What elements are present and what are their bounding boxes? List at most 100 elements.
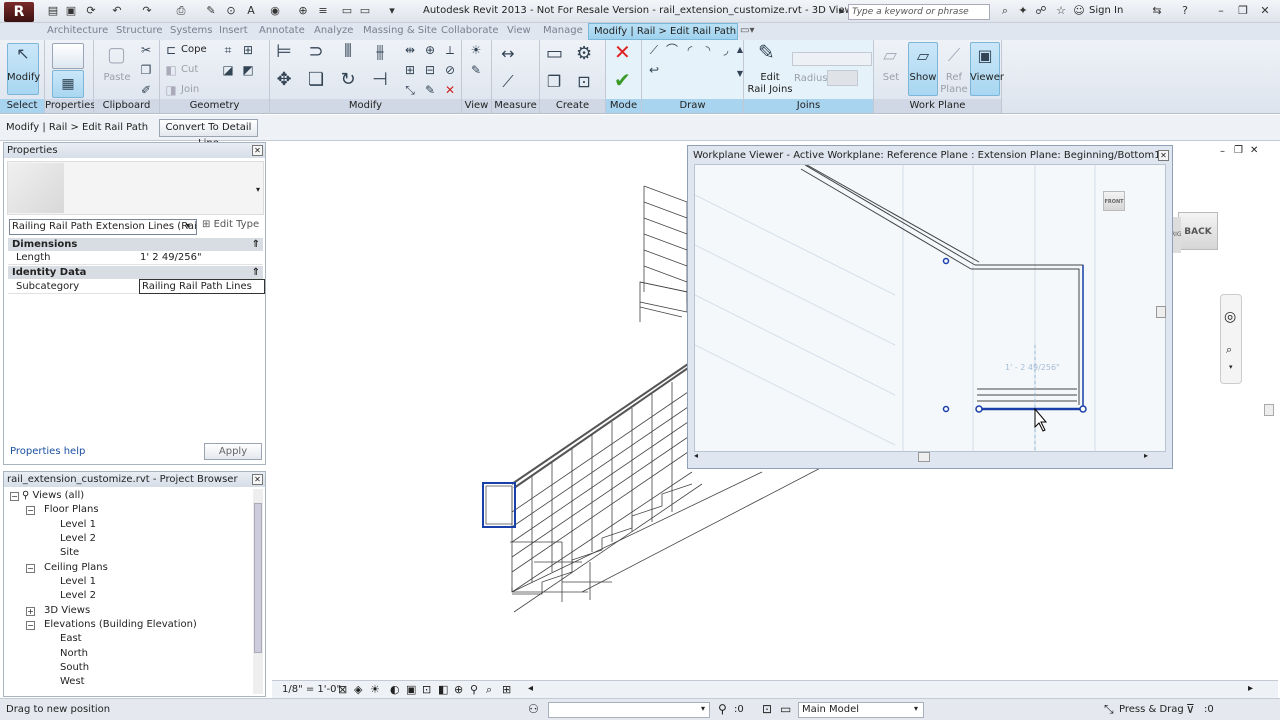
tab-analyze[interactable]: Analyze bbox=[314, 25, 353, 36]
arc-center-icon[interactable]: ◜ bbox=[682, 42, 698, 58]
reveal-hidden-icon[interactable]: ⌕ bbox=[486, 683, 492, 697]
tab-manage[interactable]: Manage bbox=[543, 25, 583, 36]
selected-rail-extension[interactable] bbox=[482, 482, 516, 528]
category-dimensions[interactable]: Dimensions ⇑ bbox=[8, 238, 263, 251]
apply-button[interactable]: Apply bbox=[204, 443, 262, 460]
create-assembly-icon[interactable]: ▭ bbox=[546, 45, 563, 63]
view-scale[interactable]: 1/8" = 1'-0" bbox=[282, 684, 341, 695]
steering-wheel-icon[interactable]: ◎ bbox=[1224, 309, 1236, 325]
dropdown-chevron-icon[interactable]: ▾ bbox=[701, 704, 705, 713]
panel-label-select[interactable]: Select bbox=[0, 99, 44, 113]
tab-massing-site[interactable]: Massing & Site bbox=[363, 25, 437, 36]
press-and-drag-toggle[interactable]: Press & Drag bbox=[1119, 704, 1184, 715]
join-geometry-button[interactable]: Join bbox=[181, 84, 199, 95]
type-properties-button[interactable] bbox=[52, 43, 84, 69]
match-type-icon[interactable]: ✐ bbox=[138, 82, 154, 98]
browser-scroll-thumb[interactable] bbox=[254, 503, 262, 653]
tree-item-ceiling-level-2[interactable]: Level 2 bbox=[60, 590, 96, 601]
tree-item-views-all[interactable]: ⚲ Views (all) bbox=[22, 490, 84, 501]
workplane-viewer-canvas[interactable]: 1' - 2 49/256" FRONT bbox=[694, 164, 1166, 452]
collapse-toggle-icon[interactable]: − bbox=[26, 506, 35, 515]
collapse-icon[interactable]: ⇑ bbox=[252, 266, 260, 279]
tab-structure[interactable]: Structure bbox=[116, 25, 163, 36]
3d-view-icon[interactable]: ◉ bbox=[268, 4, 282, 18]
tab-collaborate[interactable]: Collaborate bbox=[441, 25, 499, 36]
restore-icon[interactable]: ❐ bbox=[1234, 3, 1252, 19]
tree-item-floor-plans[interactable]: Floor Plans bbox=[44, 504, 99, 515]
project-browser-close-icon[interactable]: ✕ bbox=[252, 474, 263, 485]
override-graphics-icon[interactable]: ✎ bbox=[468, 62, 484, 78]
active-workset-dropdown[interactable] bbox=[548, 702, 710, 718]
pick-lines-icon[interactable]: ↩ bbox=[646, 62, 662, 78]
panel-label-create[interactable]: Create bbox=[540, 99, 605, 113]
tree-item-east[interactable]: East bbox=[60, 633, 82, 644]
detail-level-icon[interactable]: ⊠ bbox=[338, 683, 347, 696]
tab-annotate[interactable]: Annotate bbox=[259, 25, 305, 36]
communication-icon[interactable]: ☍ bbox=[1034, 4, 1048, 18]
tab-systems[interactable]: Systems bbox=[170, 25, 213, 36]
set-workplane-button[interactable]: Set bbox=[878, 72, 904, 83]
tree-item-north[interactable]: North bbox=[60, 648, 88, 659]
shadows-icon[interactable]: ◐ bbox=[390, 683, 400, 696]
viewer-scroll-left-icon[interactable]: ◂ bbox=[694, 451, 698, 460]
worksets-icon[interactable]: ⚇ bbox=[528, 702, 539, 716]
dimension-tool-icon[interactable]: ⟋ bbox=[500, 74, 516, 90]
panel-label-modify[interactable]: Modify bbox=[270, 99, 461, 113]
qat-dropdown-icon[interactable]: ▾ bbox=[385, 4, 399, 18]
measure-icon[interactable]: ✎ bbox=[204, 4, 218, 18]
show-rendering-icon[interactable]: ▣ bbox=[406, 683, 416, 696]
panel-label-joins[interactable]: Joins bbox=[744, 99, 873, 113]
drag-grip[interactable] bbox=[942, 405, 950, 413]
save-icon[interactable]: ▣ bbox=[64, 4, 78, 18]
mirror-draw-icon[interactable]: ⫵ bbox=[372, 43, 388, 61]
measure-distance-icon[interactable]: ↔ bbox=[500, 46, 516, 62]
panel-label-geometry[interactable]: Geometry bbox=[160, 99, 269, 113]
trim-icon[interactable]: ⊣ bbox=[372, 71, 388, 89]
sign-in-link[interactable]: Sign In bbox=[1089, 5, 1123, 16]
paint-icon[interactable]: ◩ bbox=[240, 62, 256, 78]
delete-element-icon[interactable]: ✕ bbox=[442, 82, 458, 98]
convert-to-detail-line-button[interactable]: Convert To Detail Line bbox=[159, 119, 258, 149]
lightbulb-icon[interactable]: ☀ bbox=[468, 42, 484, 58]
pin-icon[interactable]: ⊕ bbox=[422, 42, 438, 58]
tab-insert[interactable]: Insert bbox=[219, 25, 248, 36]
thin-lines-icon[interactable]: ≡ bbox=[316, 4, 330, 18]
temporary-dimension-label[interactable]: 1' - 2 49/256" bbox=[1005, 363, 1060, 372]
visual-style-icon[interactable]: ◈ bbox=[354, 683, 362, 696]
category-identity-data[interactable]: Identity Data ⇑ bbox=[8, 266, 263, 279]
panel-label-work-plane[interactable]: Work Plane bbox=[874, 99, 1001, 113]
split-face-icon[interactable]: ◪ bbox=[220, 62, 236, 78]
tab-architecture[interactable]: Architecture bbox=[47, 25, 108, 36]
design-option-dropdown[interactable]: Main Model bbox=[798, 702, 924, 718]
viewer-viewcube-front[interactable]: FRONT bbox=[1103, 191, 1125, 211]
press-drag-icon[interactable]: ⤡ bbox=[1104, 702, 1114, 717]
copy-element-icon[interactable]: ❏ bbox=[308, 71, 324, 89]
redo-icon[interactable]: ↷ bbox=[140, 4, 154, 18]
tree-item-ceiling-plans[interactable]: Ceiling Plans bbox=[44, 562, 108, 573]
sync-icon[interactable]: ⟳ bbox=[84, 4, 98, 18]
tree-item-ceiling-level-1[interactable]: Level 1 bbox=[60, 576, 96, 587]
line-endpoint-grip[interactable] bbox=[1079, 405, 1087, 413]
scale-icon[interactable]: ⤡ bbox=[402, 82, 418, 98]
show-crop-icon[interactable]: ◧ bbox=[438, 683, 448, 696]
wall-joins-icon[interactable]: ⌗ bbox=[220, 42, 236, 58]
panel-label-draw[interactable]: Draw bbox=[642, 99, 743, 113]
minimize-icon[interactable]: – bbox=[1212, 3, 1230, 19]
vertical-scroll-thumb[interactable] bbox=[1264, 404, 1274, 416]
offset-icon[interactable]: ⊃ bbox=[308, 43, 324, 61]
revit-logo-icon[interactable]: R bbox=[4, 2, 34, 22]
tab-view[interactable]: View bbox=[507, 25, 531, 36]
viewcube-back-face[interactable]: BACK bbox=[1178, 212, 1218, 250]
zoom-dropdown-icon[interactable]: ▾ bbox=[1229, 363, 1233, 371]
view-restore-icon[interactable]: ❐ bbox=[1234, 145, 1243, 156]
view-minimize-icon[interactable]: – bbox=[1220, 146, 1225, 157]
line-endpoint-grip[interactable] bbox=[975, 405, 983, 413]
sun-path-icon[interactable]: ☀ bbox=[370, 683, 380, 696]
tree-item-floor-level-2[interactable]: Level 2 bbox=[60, 533, 96, 544]
panel-label-mode[interactable]: Mode bbox=[606, 99, 641, 113]
switch-windows-icon[interactable]: ▭ bbox=[358, 4, 372, 18]
crop-view-icon[interactable]: ⊡ bbox=[422, 683, 431, 696]
design-options-icon[interactable]: ⊡ bbox=[762, 702, 772, 716]
split-icon[interactable]: ⇹ bbox=[402, 42, 418, 58]
cope-button[interactable]: Cope bbox=[181, 44, 207, 55]
